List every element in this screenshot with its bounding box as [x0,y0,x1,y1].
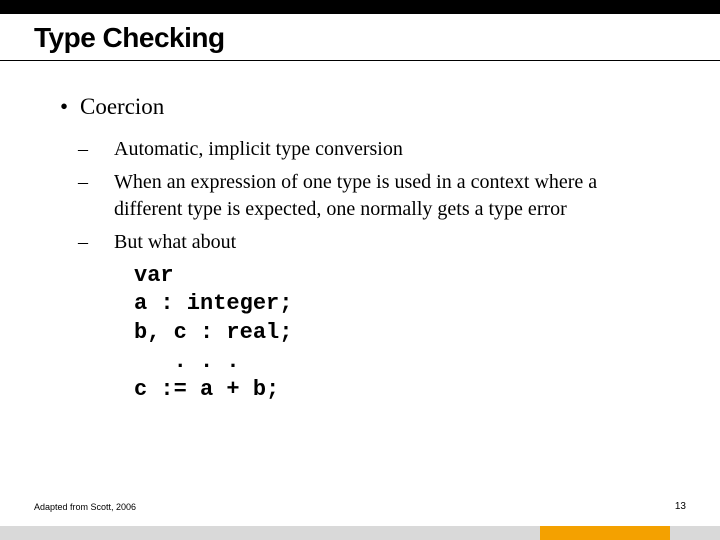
top-black-band [0,0,720,14]
bullet-level2: But what about [96,229,662,256]
code-line: c := a + b; [134,377,279,402]
bullet-level2: When an expression of one type is used i… [96,169,662,223]
code-line: . . . [134,349,240,374]
bullet-text: Coercion [80,94,164,119]
bullet-level1: Coercion [62,92,662,122]
title-rule [0,60,720,61]
slide: Type Checking Coercion Automatic, implic… [0,0,720,540]
footer-orange-accent [540,526,670,540]
bullet-text: But what about [114,231,236,253]
code-line: b, c : real; [134,320,292,345]
code-line: a : integer; [134,291,292,316]
attribution: Adapted from Scott, 2006 [34,502,136,512]
code-block: var a : integer; b, c : real; . . . c :=… [134,262,662,405]
bullet-text: Automatic, implicit type conversion [114,138,403,160]
footer-bar [0,526,720,540]
body: Coercion Automatic, implicit type conver… [62,92,662,405]
slide-title: Type Checking [34,22,225,54]
page-number: 13 [675,501,686,512]
code-line: var [134,263,174,288]
bullet-level2: Automatic, implicit type conversion [96,136,662,163]
bullet-text: When an expression of one type is used i… [114,171,597,220]
